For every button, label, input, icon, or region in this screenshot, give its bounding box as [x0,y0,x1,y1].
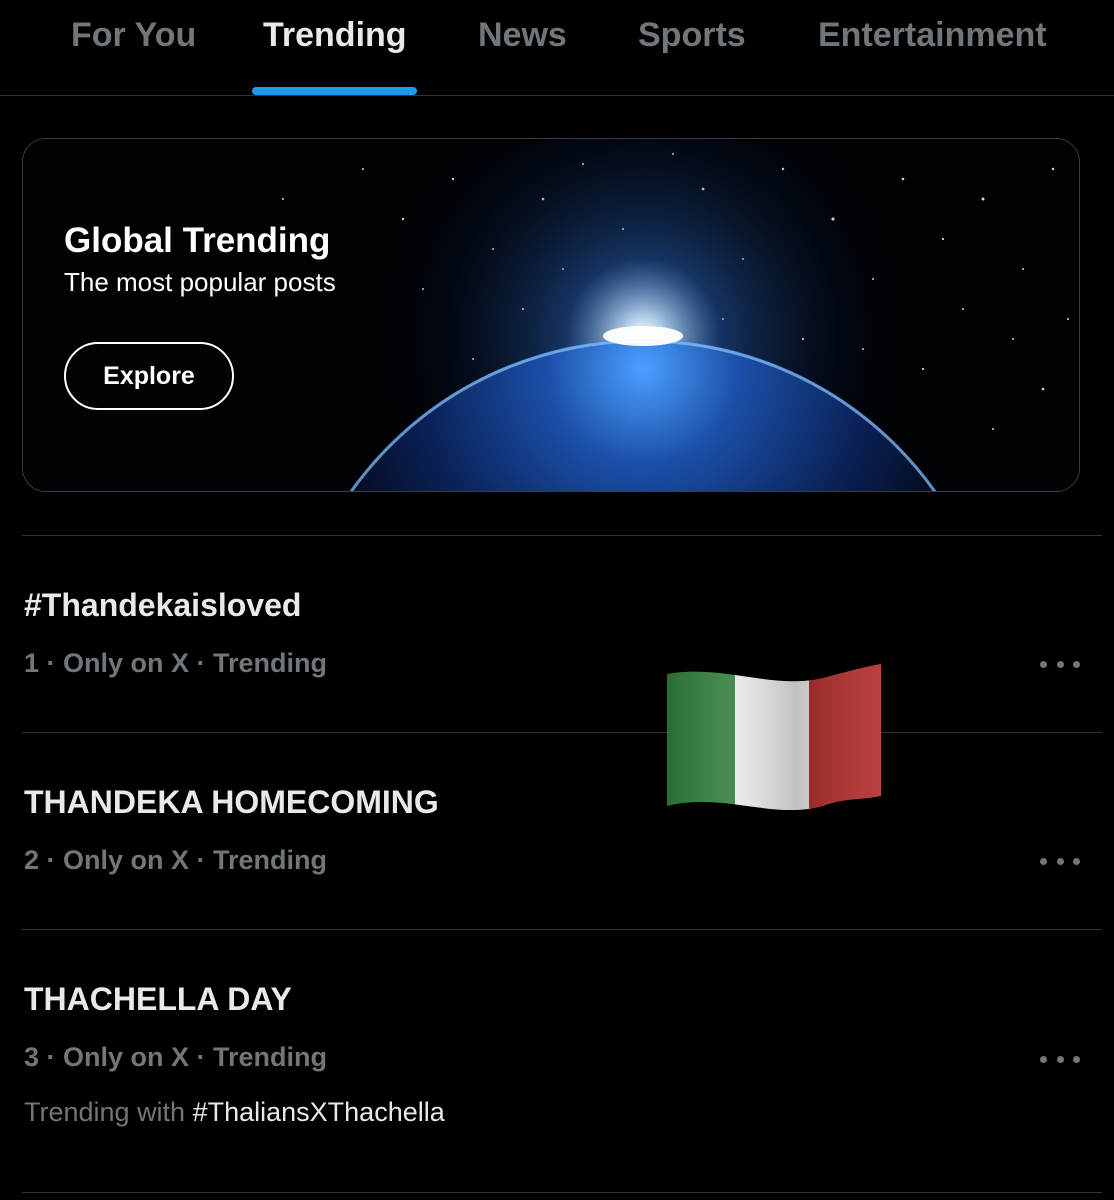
more-options-icon[interactable] [1040,652,1080,676]
more-options-icon[interactable] [1040,849,1080,873]
banner-subtitle: The most popular posts [64,267,336,297]
trend-meta: 1 · Only on X · Trending [24,648,328,678]
trend-meta: 2 · Only on X · Trending [24,845,328,875]
tab-entertainment[interactable]: Entertainment [818,16,1047,66]
italy-flag-icon [667,664,881,811]
trend-title: #Thandekaisloved [24,587,302,623]
more-options-icon[interactable] [1040,1047,1080,1071]
trending-with-hashtag[interactable]: #ThaliansXThachella [193,1097,445,1127]
trending-with-label: Trending with [24,1097,193,1127]
trend-meta: 3 · Only on X · Trending [24,1042,328,1072]
earth-from-space-image [23,139,1079,491]
tab-sports[interactable]: Sports [638,16,746,66]
divider [22,1192,1102,1193]
divider [22,535,1102,536]
active-tab-indicator [252,87,417,95]
banner-title: Global Trending [64,221,331,260]
divider [22,732,1102,733]
divider [22,929,1102,930]
global-trending-banner[interactable]: Global Trending The most popular posts E… [22,138,1080,492]
explore-button[interactable]: Explore [64,342,234,410]
tab-trending[interactable]: Trending [263,16,407,66]
top-tab-bar: For You Trending News Sports Entertainme… [0,0,1114,96]
tab-for-you[interactable]: For You [71,16,196,66]
trending-with-text: Trending with #ThaliansXThachella [24,1097,445,1128]
trend-title: THACHELLA DAY [24,981,292,1017]
trend-title: THANDEKA HOMECOMING [24,784,439,820]
tab-news[interactable]: News [478,16,567,66]
